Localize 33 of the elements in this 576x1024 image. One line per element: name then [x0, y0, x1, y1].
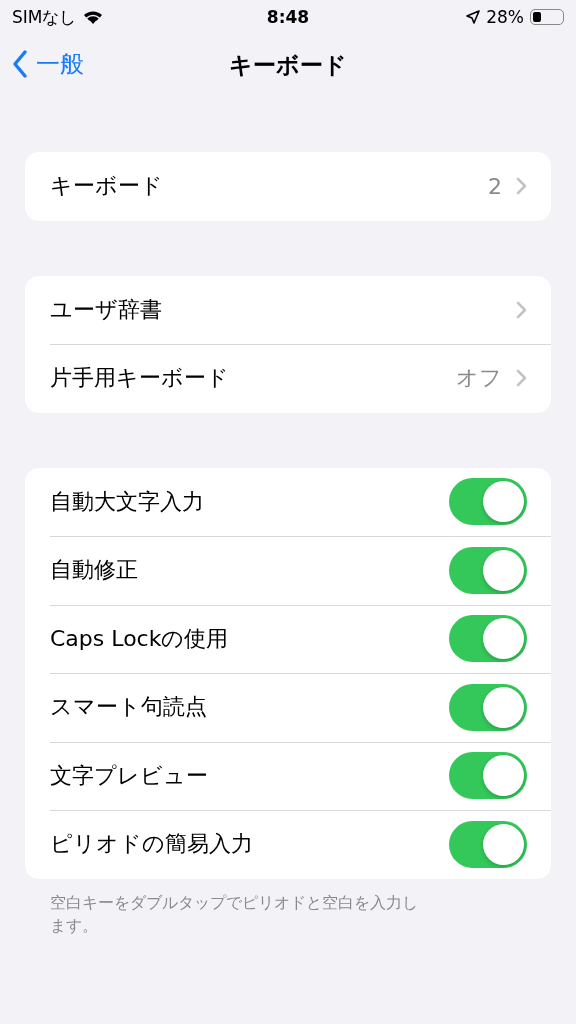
row-label: Caps Lockの使用: [50, 624, 230, 653]
back-chevron-icon: [12, 50, 28, 78]
battery-percent: 28%: [486, 7, 524, 27]
row-label: 自動大文字入力: [50, 487, 205, 516]
settings-row[interactable]: ユーザ辞書: [25, 275, 551, 344]
settings-row[interactable]: 片手用キーボード オフ: [25, 344, 551, 413]
chevron-icon: [516, 177, 527, 196]
value-label: オフ: [456, 364, 502, 393]
chevron-icon: [516, 369, 527, 388]
toggle-switch[interactable]: [449, 820, 527, 868]
settings-row[interactable]: キーボード 2: [25, 152, 551, 221]
location-arrow-icon: [466, 10, 481, 24]
row-label: 文字プレビュー: [50, 761, 209, 790]
toggle-switch[interactable]: [449, 683, 527, 731]
back-button[interactable]: 一般: [12, 48, 84, 80]
row-label: 自動修正: [50, 556, 139, 585]
value-label: 2: [488, 173, 502, 199]
footer-note: 空白キーをダブルタップでピリオドと空白を入力します。: [49, 891, 419, 937]
row-label: ユーザ辞書: [50, 295, 163, 324]
battery-icon: [530, 9, 564, 25]
chevron-icon: [516, 300, 527, 319]
toggle-switch[interactable]: [449, 546, 527, 594]
row-label: ピリオドの簡易入力: [50, 830, 254, 859]
toggle-switch[interactable]: [449, 752, 527, 800]
toggle-switch[interactable]: [449, 615, 527, 663]
toggle-switch[interactable]: [449, 478, 527, 526]
row-label: キーボード: [50, 172, 164, 201]
carrier-label: SIMなし: [12, 5, 77, 29]
row-label: 片手用キーボード: [50, 364, 230, 393]
clock-time: 8:48: [266, 7, 310, 27]
screen-title: キーボード: [229, 50, 347, 80]
row-label: スマート句読点: [50, 693, 208, 722]
wifi-icon: [82, 9, 105, 25]
